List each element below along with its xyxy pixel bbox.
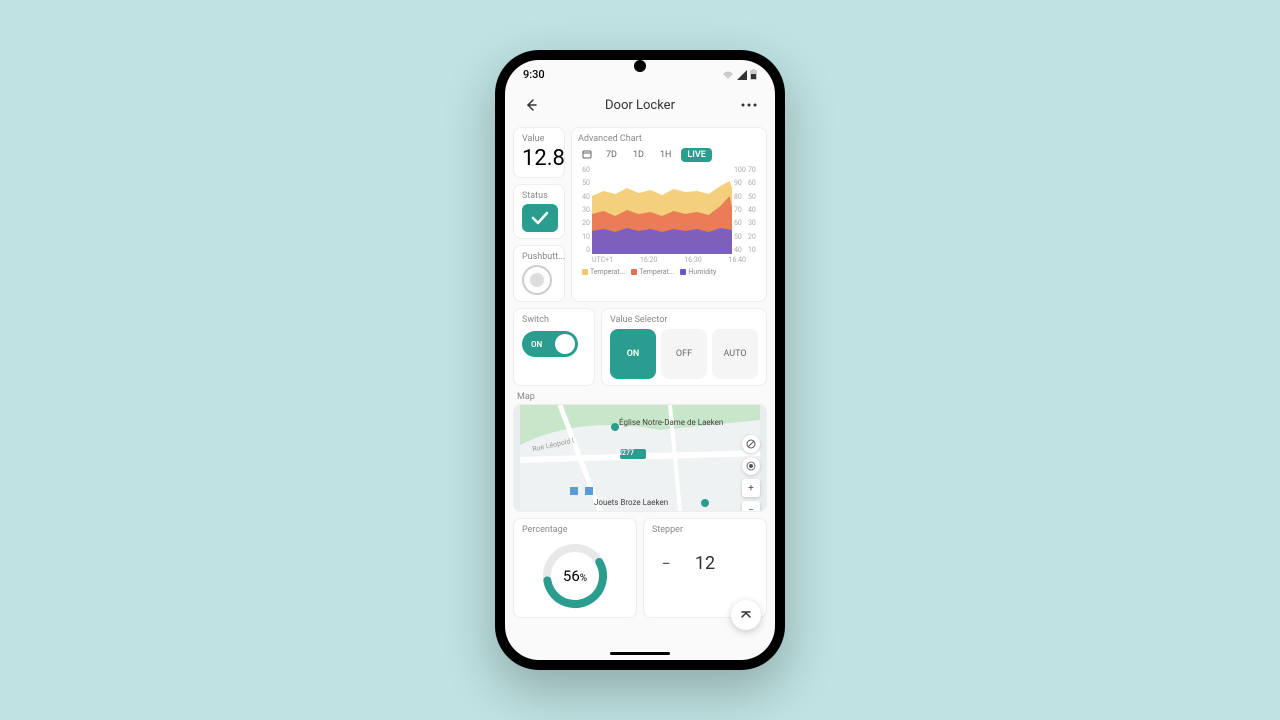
phone-frame: 9:30 Door Locker Value 12.8 [495,50,785,670]
scroll-top-button[interactable] [731,600,761,630]
screen: 9:30 Door Locker Value 12.8 [505,60,775,660]
selector-off[interactable]: OFF [661,329,707,379]
stepper-value: 12 [695,553,715,574]
more-button[interactable] [737,93,761,117]
map-label: Map [517,392,767,402]
range-1d[interactable]: 1D [627,148,650,162]
percentage-card: Percentage 56% [513,518,637,618]
map-poi-church: Église Notre-Dame de Laeken [619,419,723,428]
range-7d[interactable]: 7D [600,148,623,162]
map-zoom-out[interactable]: − [742,501,760,511]
legend-humidity: Humidity [680,268,716,276]
x-axis: UTC+1 16:20 16:30 16:40 [578,254,760,264]
range-live[interactable]: LIVE [681,148,711,162]
stepper-label: Stepper [652,525,758,535]
value-number: 12.8 [522,146,556,171]
status-label: Status [522,191,556,201]
back-button[interactable] [519,93,543,117]
chart-label: Advanced Chart [578,134,760,144]
value-selector-card: Value Selector ON OFF AUTO [601,308,767,386]
map-controls: + − [742,435,760,511]
wifi-icon [722,70,734,80]
calendar-icon[interactable] [578,149,596,162]
map-locate-button[interactable] [742,457,760,475]
chart-legend: Temperat... Temperat... Humidity [578,268,760,276]
chart-range-selector: 7D 1D 1H LIVE [578,148,760,162]
legend-temp-b: Temperat... [631,268,674,276]
chart-plot: 60 50 40 30 20 10 0 [578,166,760,254]
range-1h[interactable]: 1H [654,148,677,162]
chart-card: Advanced Chart 7D 1D 1H LIVE 60 50 [571,127,767,302]
content-area: Value 12.8 Status Pushbutt... [505,127,775,660]
status-indicator [522,204,558,232]
legend-temp-a: Temperat... [582,268,625,276]
y-axis-right-b: 70 60 50 40 30 20 10 [746,166,760,254]
switch-state: ON [531,340,542,349]
map-poi-shop: Jouets Broze Laeken [594,498,668,507]
value-card: Value 12.8 [513,127,565,178]
stepper-minus[interactable]: − [656,554,676,574]
switch-label: Switch [522,315,586,325]
map-compass-button[interactable] [742,435,760,453]
pushbutton-card: Pushbutt... [513,245,565,302]
map-zoom-in[interactable]: + [742,479,760,497]
selector-auto[interactable]: AUTO [712,329,758,379]
switch-knob [555,334,575,354]
push-button[interactable] [522,265,552,295]
chart-svg [592,166,732,254]
y-axis-left: 60 50 40 30 20 10 0 [578,166,592,254]
status-card: Status [513,184,565,239]
percentage-donut: 56% [540,541,610,611]
selector-label: Value Selector [610,315,758,325]
dots-icon [741,103,757,107]
compass-icon [746,439,756,449]
camera-notch [634,60,646,72]
chevron-up-icon [739,608,753,622]
battery-icon [750,69,757,80]
status-icons [722,69,757,80]
locate-icon [746,461,756,471]
percentage-label: Percentage [522,525,628,535]
value-label: Value [522,134,556,144]
y-axis-right-a: 100 90 80 70 60 50 40 [732,166,746,254]
selector-on[interactable]: ON [610,329,656,379]
percentage-value: 56% [563,567,587,585]
map-section: Map [513,392,767,512]
map-road-badge: N277 [617,449,634,457]
arrow-left-icon [523,97,539,113]
switch-card: Switch ON [513,308,595,386]
switch-toggle[interactable]: ON [522,331,578,357]
signal-icon [737,70,747,80]
check-icon [530,210,550,226]
page-title: Door Locker [605,98,675,113]
app-header: Door Locker [505,81,775,127]
home-indicator[interactable] [610,652,670,655]
map-card[interactable]: Église Notre-Dame de Laeken Jouets Broze… [513,404,767,512]
clock: 9:30 [523,68,545,81]
map-canvas[interactable]: Église Notre-Dame de Laeken Jouets Broze… [514,405,766,511]
pushbutton-label: Pushbutt... [522,252,556,262]
